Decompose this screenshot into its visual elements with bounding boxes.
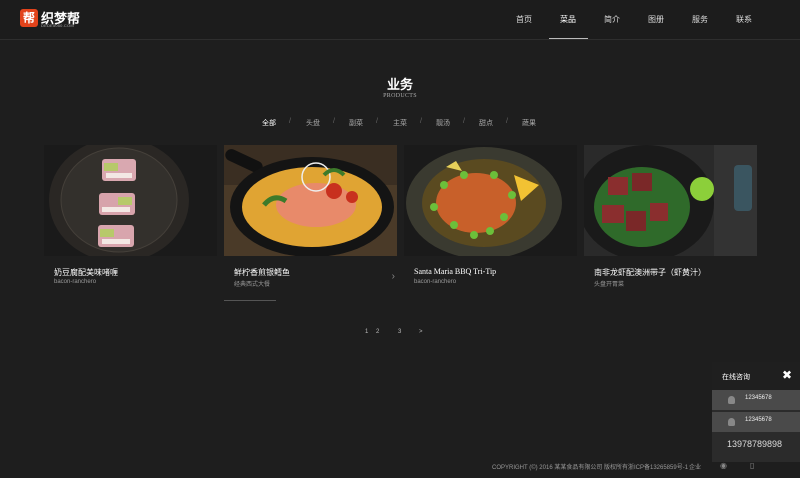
- filter-separator: /: [506, 118, 508, 125]
- logo-subtext: DEDE5050.COM: [41, 23, 74, 28]
- dish-subtitle: 头盘开胃菜: [594, 282, 625, 288]
- nav-active-indicator: [549, 38, 588, 39]
- dish-card[interactable]: 鲜柠香煎银鳕鱼 经典西式大餐 ›: [224, 145, 397, 305]
- dish-image[interactable]: [224, 145, 397, 256]
- filter-separator: /: [420, 118, 422, 125]
- page-1[interactable]: 1: [365, 329, 368, 335]
- dish-image[interactable]: [44, 145, 217, 256]
- weibo-icon[interactable]: ◉: [720, 461, 727, 470]
- dish-title[interactable]: 南非龙虾配澳洲带子（虾黄汁）: [594, 267, 706, 278]
- dish-subtitle: 经典西式大餐: [234, 282, 271, 288]
- chevron-right-icon[interactable]: ›: [392, 271, 395, 282]
- qq-contact[interactable]: 12345678: [712, 390, 800, 410]
- nav-about[interactable]: 简介: [592, 0, 632, 39]
- consult-title: 在线咨询: [722, 374, 750, 381]
- mobile-icon[interactable]: ▯: [750, 461, 754, 470]
- dish-title[interactable]: Santa Maria BBQ Tri-Tip: [414, 267, 496, 276]
- footer: COPYRIGHT (©) 2016 某某食品有限公司 版权所有浙ICP备132…: [0, 461, 800, 478]
- category-filter: 全部 / 头盘 / 副菜 / 主菜 / 靓汤 / 甜点 / 蔬果: [0, 118, 800, 130]
- qq-icon: [728, 396, 735, 404]
- footer-extra-link[interactable]: 企业: [689, 462, 701, 471]
- qq-number: 12345678: [745, 395, 772, 401]
- filter-soup[interactable]: 靓汤: [436, 118, 450, 128]
- pagination: 1 2 3 >: [0, 329, 800, 339]
- section-title: 业务: [386, 77, 413, 92]
- dish-title[interactable]: 鲜柠香煎银鳕鱼: [234, 267, 290, 278]
- filter-separator: /: [463, 118, 465, 125]
- consult-header: 在线咨询 ✖: [712, 362, 800, 390]
- nav-services[interactable]: 服务: [680, 0, 720, 39]
- filter-main[interactable]: 主菜: [393, 118, 407, 128]
- dish-image[interactable]: [404, 145, 577, 256]
- filter-all[interactable]: 全部: [262, 118, 276, 128]
- filter-side[interactable]: 副菜: [349, 118, 363, 128]
- filter-fruit-veg[interactable]: 蔬果: [522, 118, 536, 128]
- dish-subtitle: bacon-ranchero: [54, 279, 97, 285]
- page-next[interactable]: >: [419, 329, 423, 335]
- filter-separator: /: [289, 118, 291, 125]
- dish-card[interactable]: Santa Maria BBQ Tri-Tip bacon-ranchero: [404, 145, 577, 305]
- nav-home[interactable]: 首页: [504, 0, 544, 39]
- dish-card[interactable]: 奶豆腐配美味啫喱 bacon-ranchero: [44, 145, 217, 305]
- filter-separator: /: [333, 118, 335, 125]
- header: 帮 织梦帮 DEDE5050.COM 首页 菜品 简介 图册 服务 联系: [0, 0, 800, 40]
- close-icon[interactable]: ✖: [782, 368, 792, 382]
- online-consult-panel: 在线咨询 ✖ 12345678 12345678 13978789898: [712, 362, 800, 462]
- nav-contact[interactable]: 联系: [724, 0, 764, 39]
- page-2[interactable]: 2: [376, 329, 379, 335]
- consult-phone: 13978789898: [727, 439, 783, 449]
- dish-image[interactable]: [584, 145, 757, 256]
- copyright-text: COPYRIGHT (©) 2016 某某食品有限公司 版权所有浙ICP备132…: [492, 465, 689, 471]
- qq-contact[interactable]: 12345678: [712, 412, 800, 432]
- dish-hover-line: [224, 300, 276, 301]
- qq-number: 12345678: [745, 417, 772, 423]
- page-3[interactable]: 3: [398, 329, 401, 335]
- nav-gallery[interactable]: 图册: [636, 0, 676, 39]
- logo[interactable]: 帮 织梦帮 DEDE5050.COM: [20, 9, 82, 29]
- dish-card[interactable]: 南非龙虾配澳洲带子（虾黄汁） 头盘开胃菜: [584, 145, 757, 305]
- section-subtitle: PRODUCTS: [383, 93, 417, 99]
- filter-dessert[interactable]: 甜点: [479, 118, 493, 128]
- qq-icon: [728, 418, 735, 426]
- filter-starter[interactable]: 头盘: [306, 118, 320, 128]
- logo-mark: 帮: [20, 9, 38, 27]
- dish-subtitle: bacon-ranchero: [414, 279, 457, 285]
- dish-title[interactable]: 奶豆腐配美味啫喱: [54, 267, 118, 278]
- filter-separator: /: [376, 118, 378, 125]
- nav-dishes[interactable]: 菜品: [548, 0, 588, 39]
